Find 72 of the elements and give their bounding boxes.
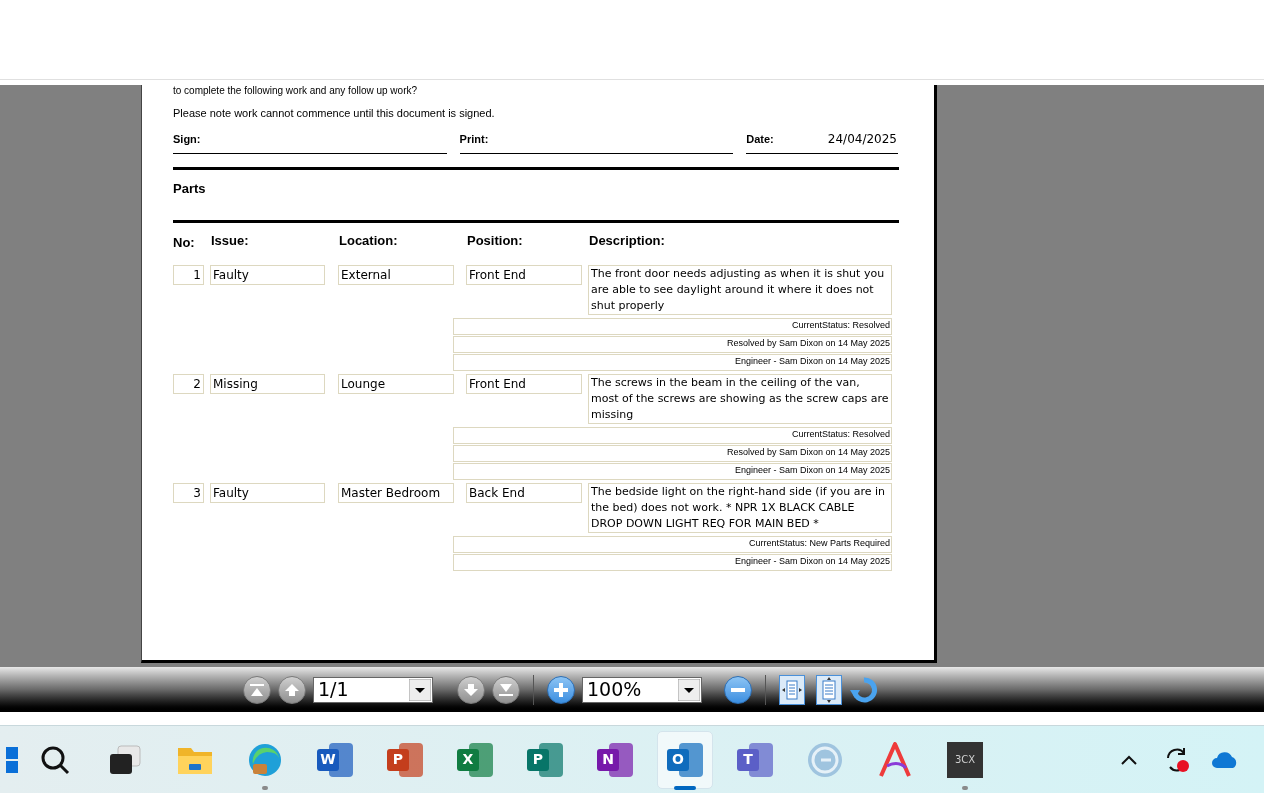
status-note: Resolved by Sam Dixon on 14 May 2025 (453, 444, 892, 462)
status-note: Engineer - Sam Dixon on 14 May 2025 (453, 462, 892, 480)
taskbar-button[interactable]: P (517, 730, 573, 789)
up-arrow-icon (284, 682, 300, 697)
taskbar-button[interactable]: X (447, 730, 503, 789)
number-cell: 1 (173, 264, 204, 285)
field-label: Sign: (173, 132, 201, 147)
dropdown-arrow-icon (409, 678, 431, 701)
browser-icon (247, 741, 283, 778)
down-arrow-icon (463, 682, 479, 697)
location-cell: Master Bedroom (338, 482, 454, 503)
page-select[interactable]: 1/1 (313, 676, 433, 703)
location-cell: External (338, 264, 454, 285)
minus-icon (731, 687, 745, 692)
first-page-icon (249, 682, 265, 697)
column-header: Description: (589, 232, 665, 250)
taskbar-button[interactable]: 3CX (937, 730, 993, 789)
windows-logo-icon (6, 746, 20, 773)
position-cell: Front End (466, 264, 582, 285)
task-view-icon (108, 743, 142, 776)
dropdown-arrow-icon (678, 678, 700, 701)
zoom-in-button[interactable] (547, 675, 575, 704)
status-note: Resolved by Sam Dixon on 14 May 2025 (453, 335, 892, 353)
fit-width-button[interactable] (779, 674, 805, 705)
disc-icon (807, 741, 843, 778)
status-note: CurrentStatus: Resolved (453, 317, 892, 335)
number-cell: 2 (173, 373, 204, 394)
issue-cell: Faulty (210, 264, 325, 285)
location-cell: Lounge (338, 373, 454, 394)
next-page-button[interactable] (457, 675, 485, 704)
taskbar-button[interactable]: P (377, 730, 433, 789)
column-header: Position: (467, 232, 524, 250)
description-cell: The front door needs adjusting as when it is shut you are able to see daylight around it where it does not shut properly (588, 264, 892, 315)
taskbar-button[interactable]: O (657, 730, 713, 789)
page-width-icon (782, 678, 802, 701)
zoom-out-button[interactable] (724, 675, 752, 704)
position-cell: Front End (466, 373, 582, 394)
date-value: 24/04/2025 (827, 130, 897, 148)
issue-cell: Missing (210, 373, 325, 394)
number-cell: 3 (173, 482, 204, 503)
status-note: CurrentStatus: New Parts Required (453, 535, 892, 553)
column-header: Issue: (211, 232, 250, 250)
peak-logo-icon (878, 741, 912, 778)
active-indicator (674, 786, 696, 790)
description-cell: The screws in the beam in the ceiling of the van, most of the screws are showing as the screw caps are missing (588, 373, 892, 424)
last-page-icon (498, 682, 514, 697)
cut-off-text: to complete the following work and any follow up work? (173, 85, 418, 97)
status-note: Engineer - Sam Dixon on 14 May 2025 (453, 553, 892, 571)
page-height-icon (819, 676, 839, 703)
taskbar-button[interactable]: W (307, 730, 363, 789)
app-icon: 3CX (947, 741, 983, 778)
section-title: Parts (173, 179, 207, 197)
taskbar-button[interactable]: N (587, 730, 643, 789)
last-page-button[interactable] (492, 675, 520, 704)
rotate-icon (850, 675, 878, 704)
status-note: CurrentStatus: Resolved (453, 426, 892, 444)
plus-icon (553, 681, 569, 698)
column-header: No: (173, 234, 196, 252)
first-page-button[interactable] (243, 675, 271, 704)
field-label: Date: (746, 132, 774, 147)
position-cell: Back End (466, 482, 582, 503)
status-note: Engineer - Sam Dixon on 14 May 2025 (453, 353, 892, 371)
notice-text: Please note work cannot commence until this document is signed. (173, 106, 496, 121)
taskbar-button[interactable]: T (727, 730, 783, 789)
previous-page-button[interactable] (278, 675, 306, 704)
rotate-button[interactable] (849, 674, 879, 705)
issue-cell: Faulty (210, 482, 325, 503)
column-header: Location: (339, 232, 399, 250)
fit-page-button[interactable] (816, 674, 842, 705)
field-label: Print: (459, 132, 489, 147)
zoom-select[interactable]: 100% (582, 676, 702, 703)
description-cell: The bedside light on the right-hand side (if you are in the bed) does not work. * NPR 1X BLACK CABLE DROP DOWN LIGHT REQ FOR MAIN BED * (588, 482, 892, 533)
